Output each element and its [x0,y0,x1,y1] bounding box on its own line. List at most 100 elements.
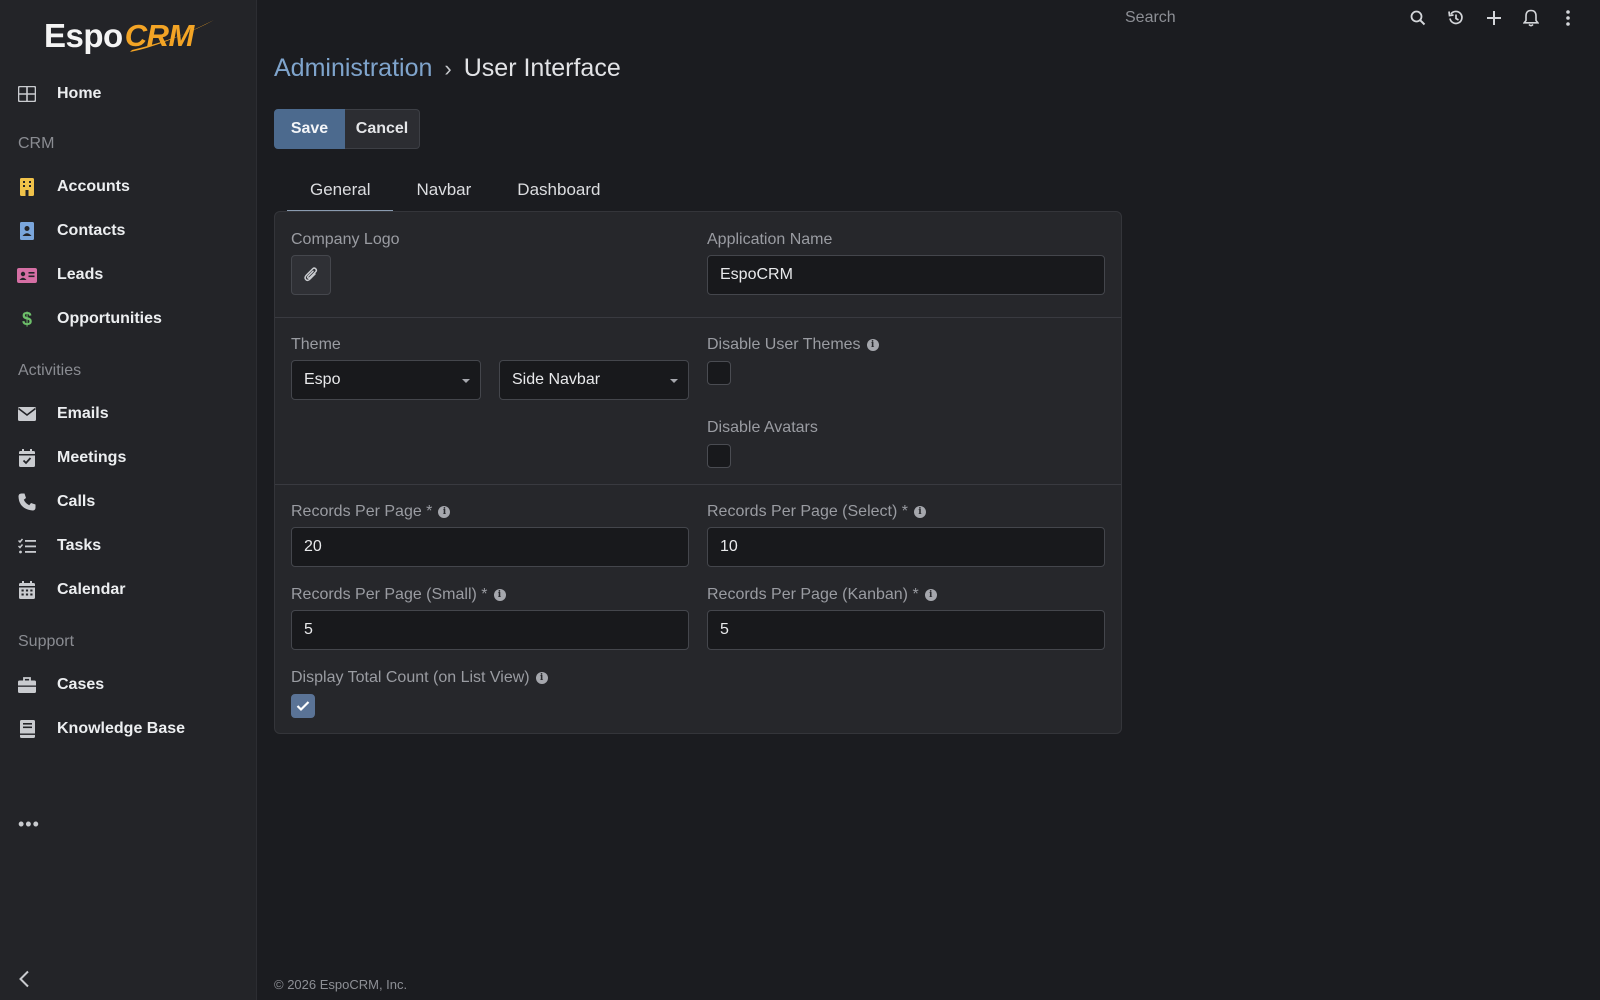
action-buttons: Save Cancel [274,109,420,149]
company-logo-label-text: Company Logo [291,231,400,248]
sidebar-item-label: Emails [57,405,109,422]
tab-general[interactable]: General [287,172,394,212]
search-icon[interactable] [1408,8,1428,28]
sidebar-item-label: Meetings [57,449,127,466]
sidebar-item-contacts[interactable]: Contacts [0,211,256,251]
cancel-button[interactable]: Cancel [345,109,420,149]
disable-user-themes-checkbox[interactable] [707,361,731,385]
contact-book-icon [17,222,37,240]
tab-dashboard[interactable]: Dashboard [494,172,623,210]
global-search-input[interactable] [1116,3,1396,33]
phone-icon [17,493,37,511]
calendar-check-icon [17,449,37,467]
display-total-count-checkbox[interactable] [291,694,315,718]
sidebar-item-label: Tasks [57,537,102,554]
sidebar-item-knowledge-base[interactable]: Knowledge Base [0,709,256,749]
save-button[interactable]: Save [274,109,345,149]
navbar-select[interactable]: Side Navbar [499,360,689,400]
breadcrumb-administration-link[interactable]: Administration [274,54,432,83]
attach-logo-button[interactable] [291,255,331,295]
book-icon [17,720,37,738]
navbar-select-value: Side Navbar [512,371,601,388]
sidebar-item-tasks[interactable]: Tasks [0,526,256,566]
sidebar-item-emails[interactable]: Emails [0,394,256,434]
checkmark-icon [296,701,310,712]
theme-label: Theme [291,336,341,354]
sidebar-item-accounts[interactable]: Accounts [0,167,256,207]
sidebar-section-activities: Activities [18,362,82,379]
collapse-sidebar-icon[interactable] [18,970,30,993]
records-per-page-select-input[interactable] [707,527,1105,567]
info-icon[interactable]: i [535,672,548,684]
records-per-page-small-input[interactable] [291,610,689,650]
records-per-page-small-label: Records Per Page (Small) * i [291,586,506,604]
display-total-count-label: Display Total Count (on List View) i [291,669,548,687]
application-name-input[interactable] [707,255,1105,295]
theme-select-value: Espo [304,371,341,388]
sidebar-item-calls[interactable]: Calls [0,482,256,522]
sidebar-item-leads[interactable]: Leads [0,255,256,295]
company-logo-label: Company Logo [291,231,400,249]
sidebar-item-cases[interactable]: Cases [0,665,256,705]
sidebar-item-label: Leads [57,266,104,283]
display-total-count-label-text: Display Total Count (on List View) [291,669,530,686]
plus-icon[interactable] [1484,8,1504,28]
sidebar-section-support: Support [18,633,75,650]
settings-panel: Company Logo Application Name Theme Espo… [274,211,1122,734]
logo-swoosh-icon [130,20,214,52]
sidebar-item-home[interactable]: Home [0,74,256,114]
breadcrumb-separator: › [444,55,452,81]
bell-icon[interactable] [1521,8,1541,28]
disable-avatars-checkbox[interactable] [707,444,731,468]
records-per-page-input[interactable] [291,527,689,567]
application-name-label: Application Name [707,231,832,249]
page-title: User Interface [463,54,621,82]
records-per-page-small-label-text: Records Per Page (Small) * [291,586,488,603]
section-divider [275,317,1121,318]
disable-avatars-label: Disable Avatars [707,419,818,437]
sidebar-item-label: Home [57,85,102,102]
theme-select[interactable]: Espo [291,360,481,400]
records-per-page-select-label-text: Records Per Page (Select) * [707,503,908,520]
paperclip-icon [304,267,318,282]
disable-user-themes-label-text: Disable User Themes [707,336,861,353]
logo-text-espo: Espo [44,17,123,54]
briefcase-icon [17,676,37,694]
app-logo[interactable]: Espo CRM [44,14,214,58]
history-icon[interactable] [1446,8,1466,28]
kebab-menu-icon[interactable] [1558,8,1578,28]
sidebar-item-opportunities[interactable]: $ Opportunities [0,299,256,339]
envelope-icon [17,405,37,423]
more-menu-icon[interactable]: ••• [18,814,40,835]
chevron-down-icon [670,379,678,383]
tab-navbar[interactable]: Navbar [393,172,494,210]
info-icon[interactable]: i [913,506,926,518]
dollar-icon: $ [21,308,32,329]
footer-copyright: © 2026 EspoCRM, Inc. [274,977,408,992]
info-icon[interactable]: i [866,339,879,351]
sidebar-item-label: Accounts [57,178,130,195]
tab-bar: General Navbar Dashboard [287,172,623,212]
sidebar-item-label: Calls [57,493,96,510]
sidebar-item-label: Contacts [57,222,126,239]
records-per-page-label: Records Per Page * i [291,503,451,521]
id-card-icon [17,266,37,284]
breadcrumb: Administration › User Interface [274,54,621,83]
records-per-page-kanban-input[interactable] [707,610,1105,650]
records-per-page-select-label: Records Per Page (Select) * i [707,503,926,521]
info-icon[interactable]: i [924,589,937,601]
sidebar-item-label: Knowledge Base [57,720,186,737]
calendar-icon [17,581,37,599]
info-icon[interactable]: i [493,589,506,601]
theme-label-text: Theme [291,336,341,353]
sidebar-item-calendar[interactable]: Calendar [0,570,256,610]
application-name-label-text: Application Name [707,231,833,248]
sidebar-item-meetings[interactable]: Meetings [0,438,256,478]
building-icon [17,178,37,196]
info-icon[interactable]: i [438,506,451,518]
disable-avatars-label-text: Disable Avatars [707,419,818,436]
sidebar-item-label: Opportunities [57,310,162,327]
sidebar-item-label: Cases [57,676,105,693]
records-per-page-kanban-label: Records Per Page (Kanban) * i [707,586,937,604]
section-divider [275,484,1121,485]
